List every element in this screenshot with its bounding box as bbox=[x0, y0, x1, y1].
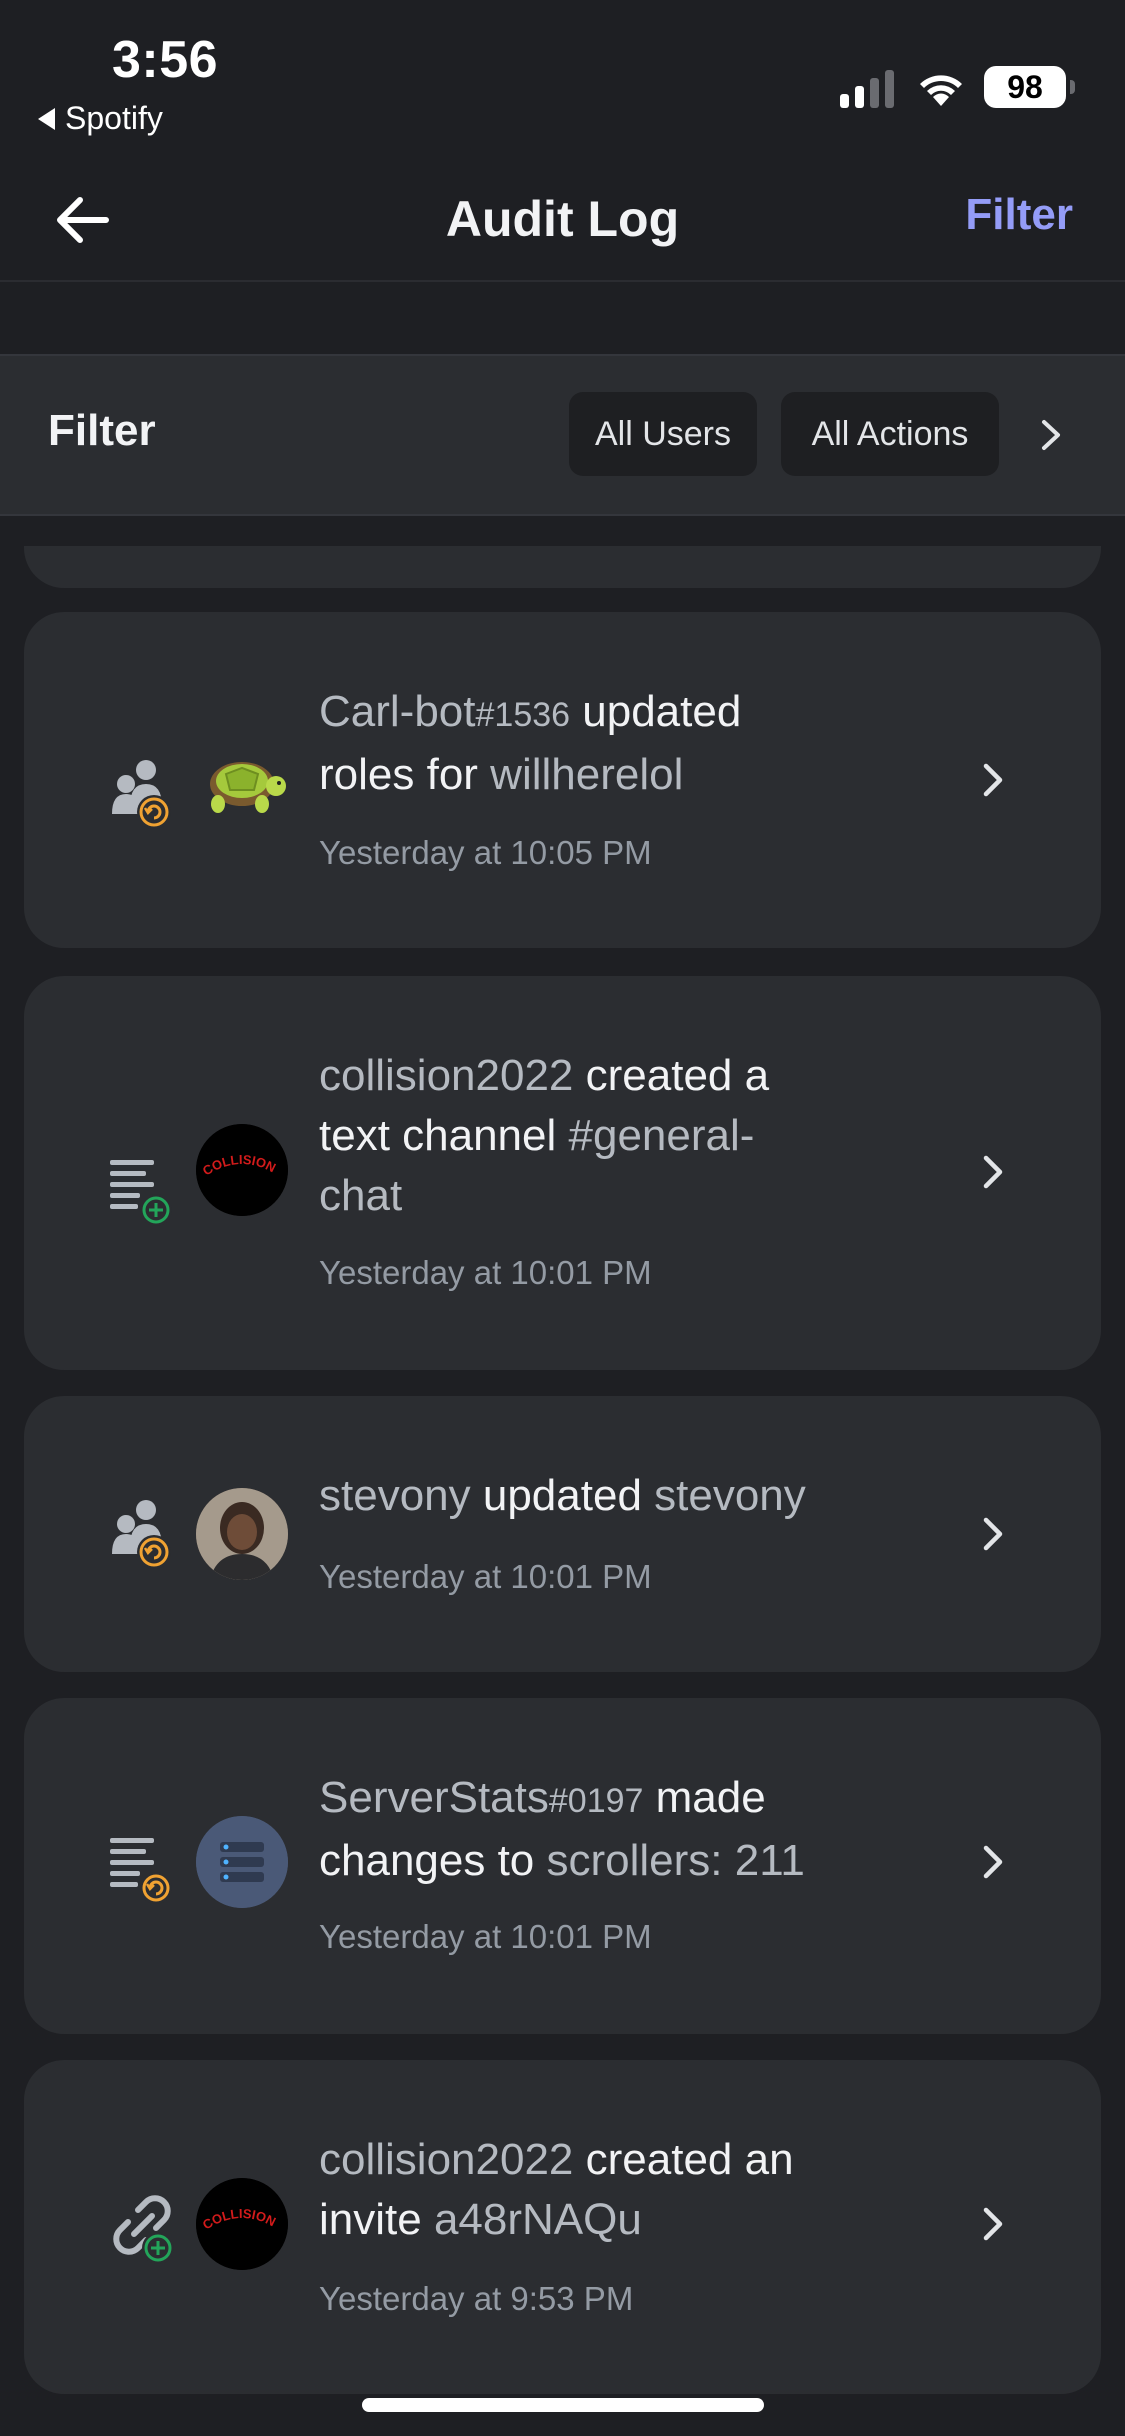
actor-tag: #0197 bbox=[548, 1782, 644, 1820]
filter-bar: Filter All Users All Actions bbox=[0, 354, 1125, 516]
audit-log-screen: 3:56 Spotify 98 Audit Log Filter Filter … bbox=[0, 0, 1125, 2436]
chevron-right-icon[interactable] bbox=[976, 1838, 1010, 1886]
collision-logo-icon: COLLISION bbox=[196, 2178, 288, 2270]
member-role-update-icon bbox=[112, 760, 171, 829]
entry-description: Carl-bot#1536 updated roles for willhere… bbox=[319, 682, 879, 805]
target-name[interactable]: stevony bbox=[654, 1471, 806, 1520]
status-time: 3:56 bbox=[112, 31, 219, 89]
channel-create-icon bbox=[110, 1160, 172, 1226]
entry-timestamp: Yesterday at 10:01 PM bbox=[319, 1918, 652, 1955]
actor-name[interactable]: stevony bbox=[319, 1471, 471, 1520]
entry-timestamp: Yesterday at 10:01 PM bbox=[319, 1558, 652, 1595]
audit-entry[interactable]: stevony updated stevony Yesterday at 10:… bbox=[24, 1396, 1101, 1672]
invite-create-icon bbox=[113, 2195, 174, 2264]
member-update-icon bbox=[112, 1500, 171, 1569]
battery-indicator: 98 bbox=[984, 66, 1075, 108]
actor-name[interactable]: ServerStats bbox=[319, 1773, 549, 1822]
all-actions-chip[interactable]: All Actions bbox=[781, 392, 999, 476]
back-app-label: Spotify bbox=[65, 100, 163, 136]
page-title: Audit Log bbox=[445, 191, 680, 247]
back-to-app[interactable]: Spotify bbox=[38, 100, 163, 137]
entry-description: stevony updated stevony bbox=[319, 1466, 879, 1526]
entry-verb-cont: invite bbox=[319, 2195, 434, 2244]
chevron-right-icon[interactable] bbox=[976, 756, 1010, 804]
wifi-icon bbox=[920, 75, 962, 106]
actor-tag: #1536 bbox=[475, 696, 571, 734]
chevron-right-icon[interactable] bbox=[976, 1510, 1010, 1558]
channel-name[interactable]: #general- bbox=[569, 1111, 755, 1160]
cellular-signal-icon bbox=[840, 70, 894, 108]
entry-verb: created an bbox=[573, 2135, 794, 2184]
channel-update-icon bbox=[110, 1838, 172, 1904]
entry-verb-cont: text channel bbox=[319, 1111, 569, 1160]
entry-description: collision2022 created an invite a48rNAQu bbox=[319, 2130, 879, 2250]
chevron-right-icon[interactable] bbox=[976, 1148, 1010, 1196]
header: Audit Log Filter bbox=[0, 160, 1125, 282]
profile-photo-icon bbox=[196, 1488, 288, 1580]
audit-entry[interactable]: COLLISION collision2022 created a text c… bbox=[24, 976, 1101, 1370]
channel-name-cont[interactable]: chat bbox=[319, 1171, 402, 1220]
home-indicator[interactable] bbox=[362, 2398, 764, 2412]
chevron-right-icon[interactable] bbox=[976, 2200, 1010, 2248]
all-users-chip[interactable]: All Users bbox=[569, 392, 757, 476]
audit-entry[interactable]: COLLISION collision2022 created an invit… bbox=[24, 2060, 1101, 2394]
invite-code[interactable]: a48rNAQu bbox=[434, 2195, 642, 2244]
back-triangle-icon bbox=[38, 107, 55, 130]
actor-name[interactable]: collision2022 bbox=[319, 2135, 573, 2184]
avatar-collision[interactable]: COLLISION bbox=[196, 1124, 288, 1216]
target-name[interactable]: willherelol bbox=[490, 750, 683, 799]
entry-verb: created a bbox=[573, 1051, 770, 1100]
avatar-stevony[interactable] bbox=[196, 1488, 288, 1580]
actor-name[interactable]: Carl-bot bbox=[319, 687, 476, 736]
collision-logo-icon: COLLISION bbox=[196, 1124, 288, 1216]
entry-timestamp: Yesterday at 10:01 PM bbox=[319, 1254, 652, 1291]
entry-verb-cont: roles for bbox=[319, 750, 491, 799]
entry-timestamp: Yesterday at 10:05 PM bbox=[319, 834, 652, 871]
entry-verb-cont: changes to bbox=[319, 1836, 547, 1885]
list-item-partial bbox=[24, 546, 1101, 588]
entry-verb: updated bbox=[470, 1471, 655, 1520]
avatar-turtle[interactable] bbox=[196, 736, 288, 828]
entry-verb: updated bbox=[570, 687, 742, 736]
actor-name[interactable]: collision2022 bbox=[319, 1051, 573, 1100]
audit-entry[interactable]: ServerStats#0197 made changes to scrolle… bbox=[24, 1698, 1101, 2034]
entry-verb: made bbox=[643, 1773, 766, 1822]
filter-button[interactable]: Filter bbox=[965, 190, 1073, 240]
server-stats-icon bbox=[196, 1816, 288, 1908]
avatar-collision[interactable]: COLLISION bbox=[196, 2178, 288, 2270]
entry-description: ServerStats#0197 made changes to scrolle… bbox=[319, 1768, 879, 1891]
channel-name[interactable]: scrollers bbox=[547, 1836, 711, 1885]
entry-description: collision2022 created a text channel #ge… bbox=[319, 1046, 879, 1226]
entry-timestamp: Yesterday at 9:53 PM bbox=[319, 2280, 634, 2317]
filter-bar-label: Filter bbox=[48, 406, 156, 455]
audit-entry[interactable]: Carl-bot#1536 updated roles for willhere… bbox=[24, 612, 1101, 948]
channel-name-count[interactable]: : 211 bbox=[710, 1836, 805, 1885]
turtle-icon bbox=[210, 762, 286, 813]
chevron-right-icon[interactable] bbox=[1036, 412, 1066, 458]
avatar-serverstats[interactable] bbox=[196, 1816, 288, 1908]
